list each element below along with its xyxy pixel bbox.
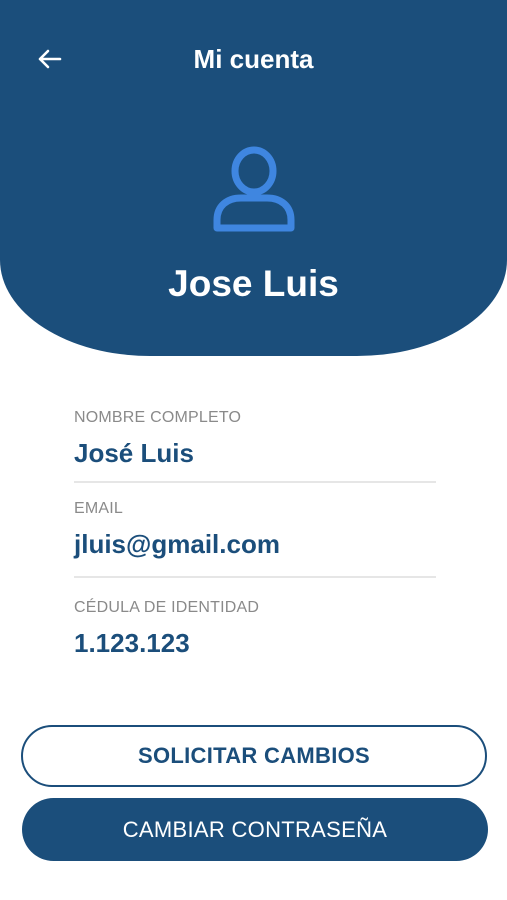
divider bbox=[74, 481, 436, 483]
page-title: Mi cuenta bbox=[193, 44, 314, 74]
full-name-field: NOMBRE COMPLETO José Luis bbox=[74, 408, 436, 470]
change-password-button[interactable]: CAMBIAR CONTRASEÑA bbox=[22, 798, 488, 861]
user-name: Jose Luis bbox=[168, 263, 339, 304]
user-icon bbox=[213, 146, 295, 232]
full-name-value: José Luis bbox=[74, 438, 194, 468]
id-card-field: CÉDULA DE IDENTIDAD 1.123.123 bbox=[74, 598, 436, 660]
id-card-value: 1.123.123 bbox=[74, 628, 190, 658]
request-changes-button[interactable]: SOLICITAR CAMBIOS bbox=[21, 725, 487, 787]
account-header: Mi cuenta Jose Luis bbox=[0, 0, 507, 356]
email-field: EMAIL jluis@gmail.com bbox=[74, 499, 436, 561]
email-label: EMAIL bbox=[74, 500, 124, 517]
id-card-label: CÉDULA DE IDENTIDAD bbox=[74, 599, 260, 616]
full-name-label: NOMBRE COMPLETO bbox=[74, 409, 242, 426]
email-value: jluis@gmail.com bbox=[74, 529, 280, 559]
divider bbox=[74, 576, 436, 578]
